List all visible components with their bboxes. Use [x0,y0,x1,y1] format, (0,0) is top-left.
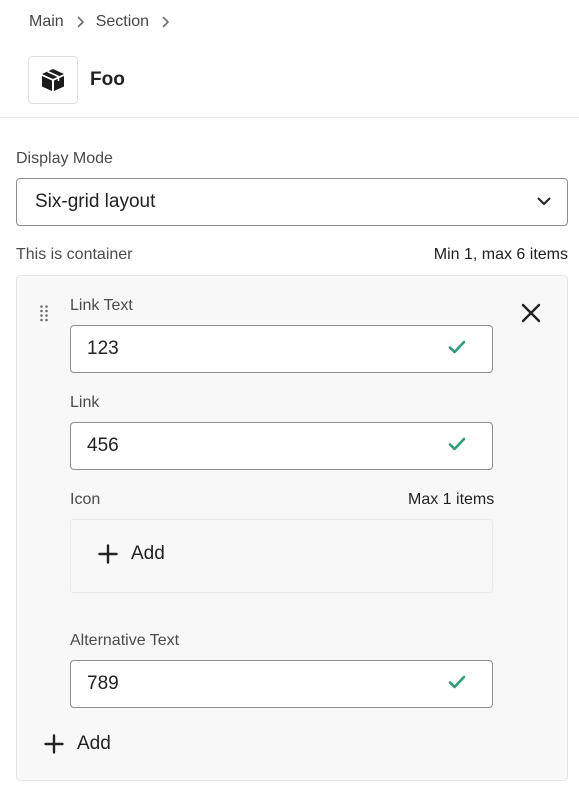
checkmark-icon [448,340,466,359]
close-icon [521,303,541,323]
chevron-right-icon [77,16,85,28]
page-title: Foo [90,69,125,90]
add-icon-button[interactable]: Add [98,543,165,565]
link-label: Link [70,394,100,411]
display-mode-select[interactable]: Six-grid layout [16,178,568,226]
link-text-value: 123 [87,338,119,359]
plus-icon [44,734,64,754]
page-header: Foo [28,56,125,104]
chevron-down-icon [537,193,551,211]
icon-hint: Max 1 items [408,491,495,508]
checkmark-icon [448,437,466,456]
remove-item-button[interactable] [519,301,543,325]
link-text-label: Link Text [70,297,133,314]
header-divider [0,117,579,118]
breadcrumb-item-section[interactable]: Section [96,13,149,31]
alt-text-label: Alternative Text [70,632,180,649]
add-item-label: Add [77,733,111,754]
alt-text-value: 789 [87,673,119,694]
package-icon [28,56,78,104]
link-value: 456 [87,435,119,456]
display-mode-label: Display Mode [16,150,113,167]
alt-text-input[interactable]: 789 [70,660,493,708]
checkmark-icon [448,675,466,694]
drag-handle-icon[interactable] [39,304,49,327]
link-input[interactable]: 456 [70,422,493,470]
breadcrumb-item-main[interactable]: Main [29,13,64,31]
link-text-input[interactable]: 123 [70,325,493,373]
add-icon-label: Add [131,543,165,564]
chevron-right-icon [162,16,170,28]
container-label: This is container [16,246,133,263]
plus-icon [98,544,118,564]
display-mode-value: Six-grid layout [35,191,156,212]
add-item-button[interactable]: Add [44,733,111,755]
icon-label: Icon [70,491,101,508]
breadcrumb: Main Section [29,11,181,33]
container-hint: Min 1, max 6 items [433,246,568,263]
icon-field: Add [70,519,493,593]
multifield-container: Link Text 123 Link 456 Icon Max 1 items … [16,275,568,781]
